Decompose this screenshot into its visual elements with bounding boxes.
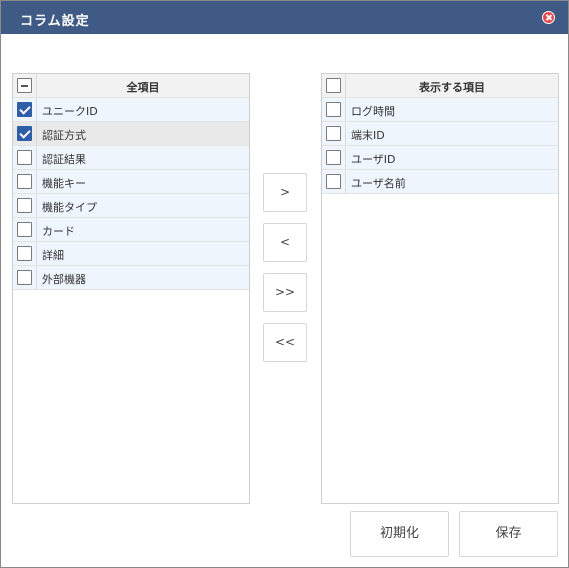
item-label: 機能タイプ (42, 201, 97, 214)
dialog-title: コラム設定 (20, 14, 90, 29)
item-checkbox[interactable] (17, 150, 32, 165)
select-all-right-checkbox[interactable] (326, 78, 341, 93)
add-all-button[interactable]: >> (263, 273, 307, 312)
item-label: ユーザ名前 (351, 177, 406, 190)
item-label: 認証結果 (42, 153, 86, 166)
item-checkbox[interactable] (326, 174, 341, 189)
item-label: 機能キー (42, 177, 86, 190)
add-selected-button[interactable]: > (263, 173, 307, 212)
list-item[interactable]: 認証方式 (13, 122, 249, 146)
dialog-titlebar: コラム設定 (1, 1, 568, 34)
displayed-items-header-label: 表示する項目 (419, 81, 485, 94)
item-label: 外部機器 (42, 273, 86, 286)
item-label: 端末ID (351, 129, 385, 142)
list-item[interactable]: 認証結果 (13, 146, 249, 170)
item-checkbox[interactable] (17, 222, 32, 237)
item-checkbox[interactable] (17, 126, 32, 141)
all-items-header-label: 全項目 (126, 81, 160, 94)
item-label: カード (42, 225, 75, 238)
list-item[interactable]: 端末ID (322, 122, 558, 146)
item-label: ログ時間 (351, 105, 395, 118)
displayed-items-panel: 表示する項目 ログ時間 端末ID ユーザID ユーザ名前 (321, 73, 559, 504)
item-checkbox[interactable] (326, 102, 341, 117)
remove-selected-button[interactable]: < (263, 223, 307, 262)
item-label: 認証方式 (42, 129, 86, 142)
select-all-left-checkbox[interactable] (17, 78, 32, 93)
remove-all-button[interactable]: << (263, 323, 307, 362)
list-item[interactable]: カード (13, 218, 249, 242)
item-checkbox[interactable] (17, 270, 32, 285)
displayed-items-header: 表示する項目 (322, 74, 558, 98)
item-checkbox[interactable] (17, 198, 32, 213)
item-label: ユーザID (351, 153, 396, 166)
save-button[interactable]: 保存 (459, 511, 558, 557)
list-item[interactable]: ユニークID (13, 98, 249, 122)
item-checkbox[interactable] (326, 150, 341, 165)
item-checkbox[interactable] (17, 102, 32, 117)
list-item[interactable]: ユーザID (322, 146, 558, 170)
list-item[interactable]: 機能キー (13, 170, 249, 194)
reset-button[interactable]: 初期化 (350, 511, 449, 557)
item-label: 詳細 (42, 249, 64, 262)
item-checkbox[interactable] (326, 126, 341, 141)
item-label: ユニークID (42, 105, 98, 118)
item-checkbox[interactable] (17, 174, 32, 189)
all-items-panel: 全項目 ユニークID 認証方式 認証結果 機能キー 機能タイプ カード 詳細 外… (12, 73, 250, 504)
all-items-header: 全項目 (13, 74, 249, 98)
column-settings-dialog: コラム設定 全項目 ユニークID 認証方式 認証結果 機能キー 機能タイプ カー… (0, 0, 569, 568)
list-item[interactable]: ログ時間 (322, 98, 558, 122)
close-icon[interactable] (542, 11, 555, 24)
list-item[interactable]: 詳細 (13, 242, 249, 266)
item-checkbox[interactable] (17, 246, 32, 261)
list-item[interactable]: 外部機器 (13, 266, 249, 290)
list-item[interactable]: 機能タイプ (13, 194, 249, 218)
list-item[interactable]: ユーザ名前 (322, 170, 558, 194)
